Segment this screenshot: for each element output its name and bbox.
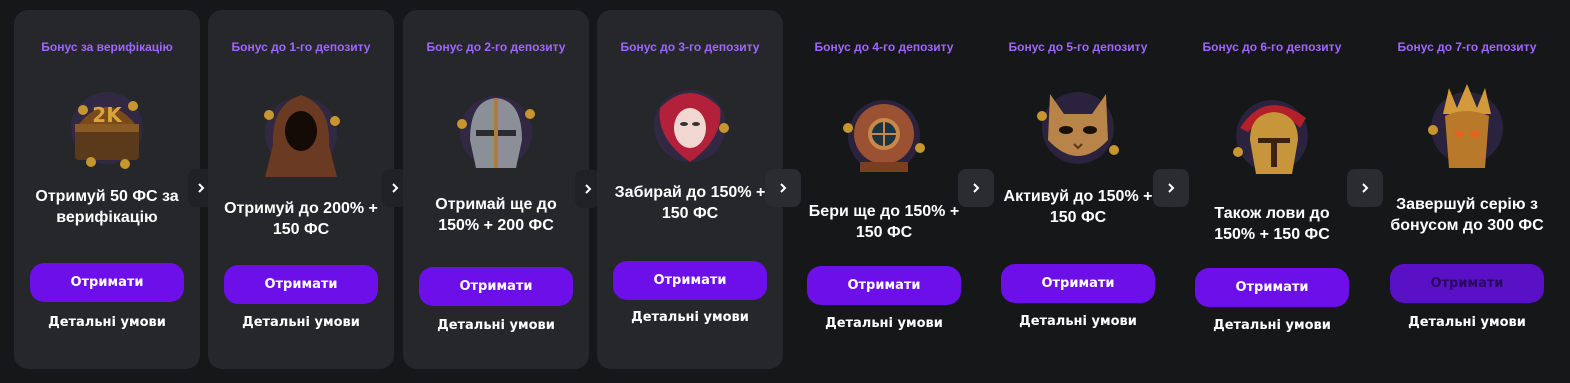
detailed-terms-link[interactable]: Детальні умови <box>597 310 783 325</box>
bonus-description: Отримуй 50 ФС за верифікацію <box>35 188 179 226</box>
bonus-description: Отримуй до 200% +150 ФС <box>224 200 378 238</box>
detailed-terms-link[interactable]: Детальні умови <box>985 314 1171 329</box>
chevron-right-icon <box>1168 183 1175 193</box>
get-bonus-button[interactable]: Отримати <box>807 266 961 305</box>
golden-crown-helmet-icon <box>1428 84 1503 168</box>
bonus-tag: Бонус до 1-го депозиту <box>231 40 371 54</box>
detailed-terms-link[interactable]: Детальні умови <box>1179 318 1365 333</box>
bonus-card-deposit-3: Бонус до 3-го депозиту Забирай до 150% +… <box>597 10 783 369</box>
spartan-helmet-icon <box>1233 100 1308 174</box>
get-bonus-button[interactable]: Отримати <box>613 261 767 300</box>
detailed-terms-link[interactable]: Детальні умови <box>1374 315 1560 330</box>
chevron-right-icon <box>585 184 592 194</box>
get-bonus-button[interactable]: Отримати <box>419 267 573 306</box>
bonus-description: Отримай ще до 150% + 200 ФС <box>435 196 557 234</box>
bonus-description: Також лови до 150% + 150 ФС <box>1214 205 1330 243</box>
hooded-cloak-icon <box>264 95 340 177</box>
bonus-description: Забирай до 150% +150 ФС <box>614 184 766 222</box>
get-bonus-button[interactable]: Отримати <box>224 265 378 304</box>
treasure-chest-icon: 2K <box>71 92 143 169</box>
carnival-mask-icon <box>654 90 729 162</box>
bonus-card-deposit-5: Бонус до 5-го депозиту Активуй до 150% +… <box>985 10 1171 369</box>
bonus-card-deposit-4: Бонус до 4-го депозиту Бери ще до 150% +… <box>791 10 977 369</box>
chevron-right-icon <box>198 183 205 193</box>
bonus-tag: Бонус до 4-го депозиту <box>814 40 954 54</box>
get-bonus-button[interactable]: Отримати <box>30 263 184 302</box>
get-bonus-button[interactable]: Отримати <box>1001 264 1155 303</box>
diving-helmet-icon <box>843 100 925 172</box>
bonus-tag: Бонус до 5-го депозиту <box>1008 40 1148 54</box>
bonus-card-deposit-6: Бонус до 6-го депозиту Також лови до 150%… <box>1179 10 1365 369</box>
bonus-description: Активуй до 150% +150 ФС <box>1003 188 1153 226</box>
detailed-terms-link[interactable]: Детальні умови <box>403 318 589 333</box>
bonus-card-deposit-1: Бонус до 1-го депозиту Отримуй до 200% +… <box>208 10 394 369</box>
chevron-right-icon <box>1362 183 1369 193</box>
get-bonus-button[interactable]: Отримати <box>1195 268 1349 307</box>
detailed-terms-link[interactable]: Детальні умови <box>208 315 394 330</box>
chevron-right-icon <box>973 183 980 193</box>
bonus-tag: Бонус за верифікацію <box>41 40 173 54</box>
chevron-right-icon <box>392 183 399 193</box>
detailed-terms-link[interactable]: Детальні умови <box>14 315 200 330</box>
bonus-tag: Бонус до 7-го депозиту <box>1397 40 1537 54</box>
bonus-tag: Бонус до 6-го депозиту <box>1202 40 1342 54</box>
bonus-card-deposit-2: Бонус до 2-го депозиту Отримай ще до 150%… <box>403 10 589 369</box>
bonus-tag: Бонус до 2-го депозиту <box>426 40 566 54</box>
svg-text:2K: 2K <box>92 103 123 127</box>
detailed-terms-link[interactable]: Детальні умови <box>791 316 977 331</box>
knight-helmet-icon <box>457 96 535 168</box>
chevron-right-icon <box>780 183 787 193</box>
bonus-card-verification: Бонус за верифікацію 2K Отримуй 50 ФС за… <box>14 10 200 369</box>
get-bonus-button[interactable]: Отримати <box>1390 264 1544 303</box>
cat-mask-icon <box>1037 92 1119 164</box>
bonus-description: Завершуй серію з бонусом до 300 ФС <box>1390 196 1544 234</box>
bonus-card-deposit-7: Бонус до 7-го депозиту Завершуй серію зб… <box>1374 10 1560 369</box>
bonus-description: Бери ще до 150% +150 ФС <box>808 203 960 241</box>
bonus-tag: Бонус до 3-го депозиту <box>620 40 760 54</box>
